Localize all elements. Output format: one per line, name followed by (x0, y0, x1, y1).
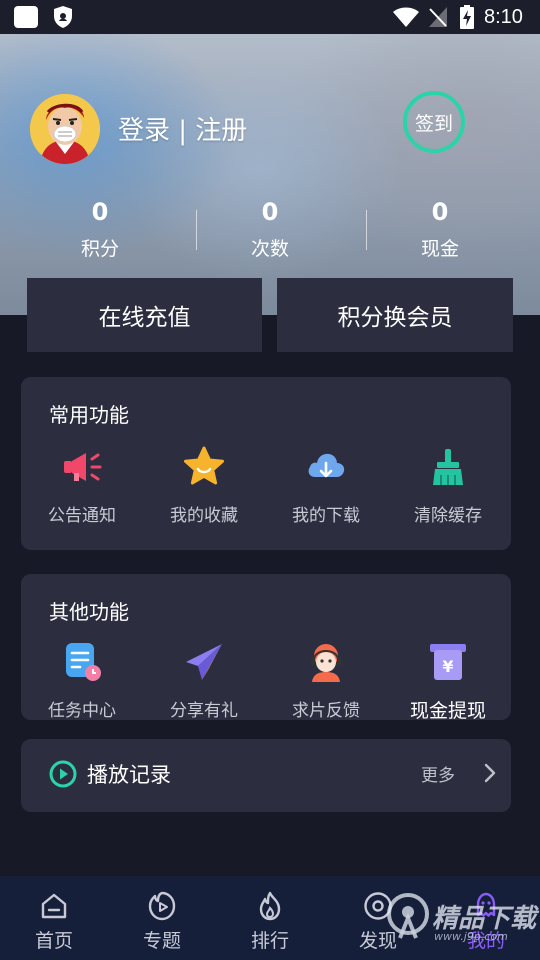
stat-value: 0 (91, 198, 109, 226)
signin-button[interactable]: 签到 (403, 91, 465, 153)
feature-label: 分享有礼 (170, 701, 238, 721)
history-title: 播放记录 (87, 763, 171, 787)
watermark-url: www.j9p.com (434, 930, 508, 943)
feature-label: 任务中心 (48, 701, 116, 721)
tab-home[interactable]: 首页 (14, 890, 94, 953)
avatar-image (30, 94, 100, 164)
stat-label: 次数 (250, 238, 289, 260)
feature-label: 我的下载 (292, 506, 360, 526)
support-agent-icon (311, 644, 341, 682)
signin-label: 签到 (414, 112, 453, 135)
battery-charging-icon (460, 5, 474, 29)
stat-cash[interactable]: 0 现金 (355, 198, 525, 261)
star-icon (184, 446, 224, 485)
tab-label: 专题 (142, 930, 181, 952)
no-signal-icon (429, 7, 447, 27)
card-title: 常用功能 (49, 403, 129, 427)
chevron-right-icon[interactable] (483, 762, 497, 784)
tab-ranking[interactable]: 排行 (230, 890, 310, 953)
feature-downloads[interactable]: 我的下载 (271, 445, 381, 526)
recharge-label: 在线充值 (98, 305, 191, 331)
recharge-button[interactable]: 在线充值 (27, 278, 262, 352)
exchange-label: 积分换会员 (337, 305, 453, 331)
watermark-logo-icon (387, 893, 429, 939)
feature-label: 求片反馈 (292, 701, 360, 721)
more-link[interactable]: 更多 (421, 761, 455, 786)
feature-clear-cache[interactable]: 清除缓存 (393, 445, 503, 526)
feature-share-rewards[interactable]: 分享有礼 (149, 640, 259, 721)
other-functions-card: 其他功能 任务中心 分享有礼 求片反馈 ¥ 现金提现 (21, 574, 511, 723)
wifi-icon (393, 7, 419, 27)
watermark: 精品下载 www.j9p.com (386, 890, 536, 948)
feature-label: 我的收藏 (170, 506, 238, 526)
feature-announcements[interactable]: 公告通知 (27, 445, 137, 526)
clock: 8:10 (484, 6, 523, 28)
feature-label: 清除缓存 (414, 506, 482, 526)
broom-icon (433, 449, 463, 485)
home-icon (41, 893, 67, 919)
tab-label: 首页 (34, 930, 73, 952)
task-icon (66, 643, 101, 681)
feature-favorites[interactable]: 我的收藏 (149, 445, 259, 526)
stat-label: 现金 (420, 238, 459, 260)
exchange-membership-button[interactable]: 积分换会员 (277, 278, 513, 352)
shield-icon (54, 6, 72, 28)
login-register-link[interactable]: 登录 | 注册 (118, 110, 247, 147)
topic-icon (148, 891, 176, 921)
cash-withdraw-icon: ¥ (430, 644, 466, 680)
stat-value: 0 (261, 198, 279, 226)
play-circle-icon (49, 760, 77, 788)
stat-count[interactable]: 0 次数 (185, 198, 355, 261)
stat-label: 积分 (80, 238, 119, 260)
svg-text:¥: ¥ (442, 657, 453, 676)
stat-points[interactable]: 0 积分 (15, 198, 185, 261)
flame-icon (259, 891, 281, 921)
feature-label: 现金提现 (409, 700, 486, 722)
feature-request-feedback[interactable]: 求片反馈 (271, 640, 381, 721)
tab-topics[interactable]: 专题 (122, 890, 202, 953)
notification-app-icon (14, 6, 38, 28)
status-bar: 8:10 (0, 0, 540, 34)
card-title: 其他功能 (49, 600, 129, 624)
feature-cash-withdraw[interactable]: ¥ 现金提现 (393, 640, 503, 723)
tab-label: 排行 (250, 930, 289, 952)
stat-value: 0 (431, 198, 449, 226)
cloud-download-icon (308, 453, 345, 478)
feature-task-center[interactable]: 任务中心 (27, 640, 137, 721)
avatar[interactable] (30, 94, 100, 164)
paper-plane-icon (186, 644, 222, 680)
feature-label: 公告通知 (48, 506, 116, 526)
play-history-card[interactable]: 播放记录 更多 (21, 739, 511, 812)
megaphone-icon (64, 453, 102, 481)
common-functions-card: 常用功能 公告通知 我的收藏 我的下载 清除缓存 (21, 377, 511, 550)
